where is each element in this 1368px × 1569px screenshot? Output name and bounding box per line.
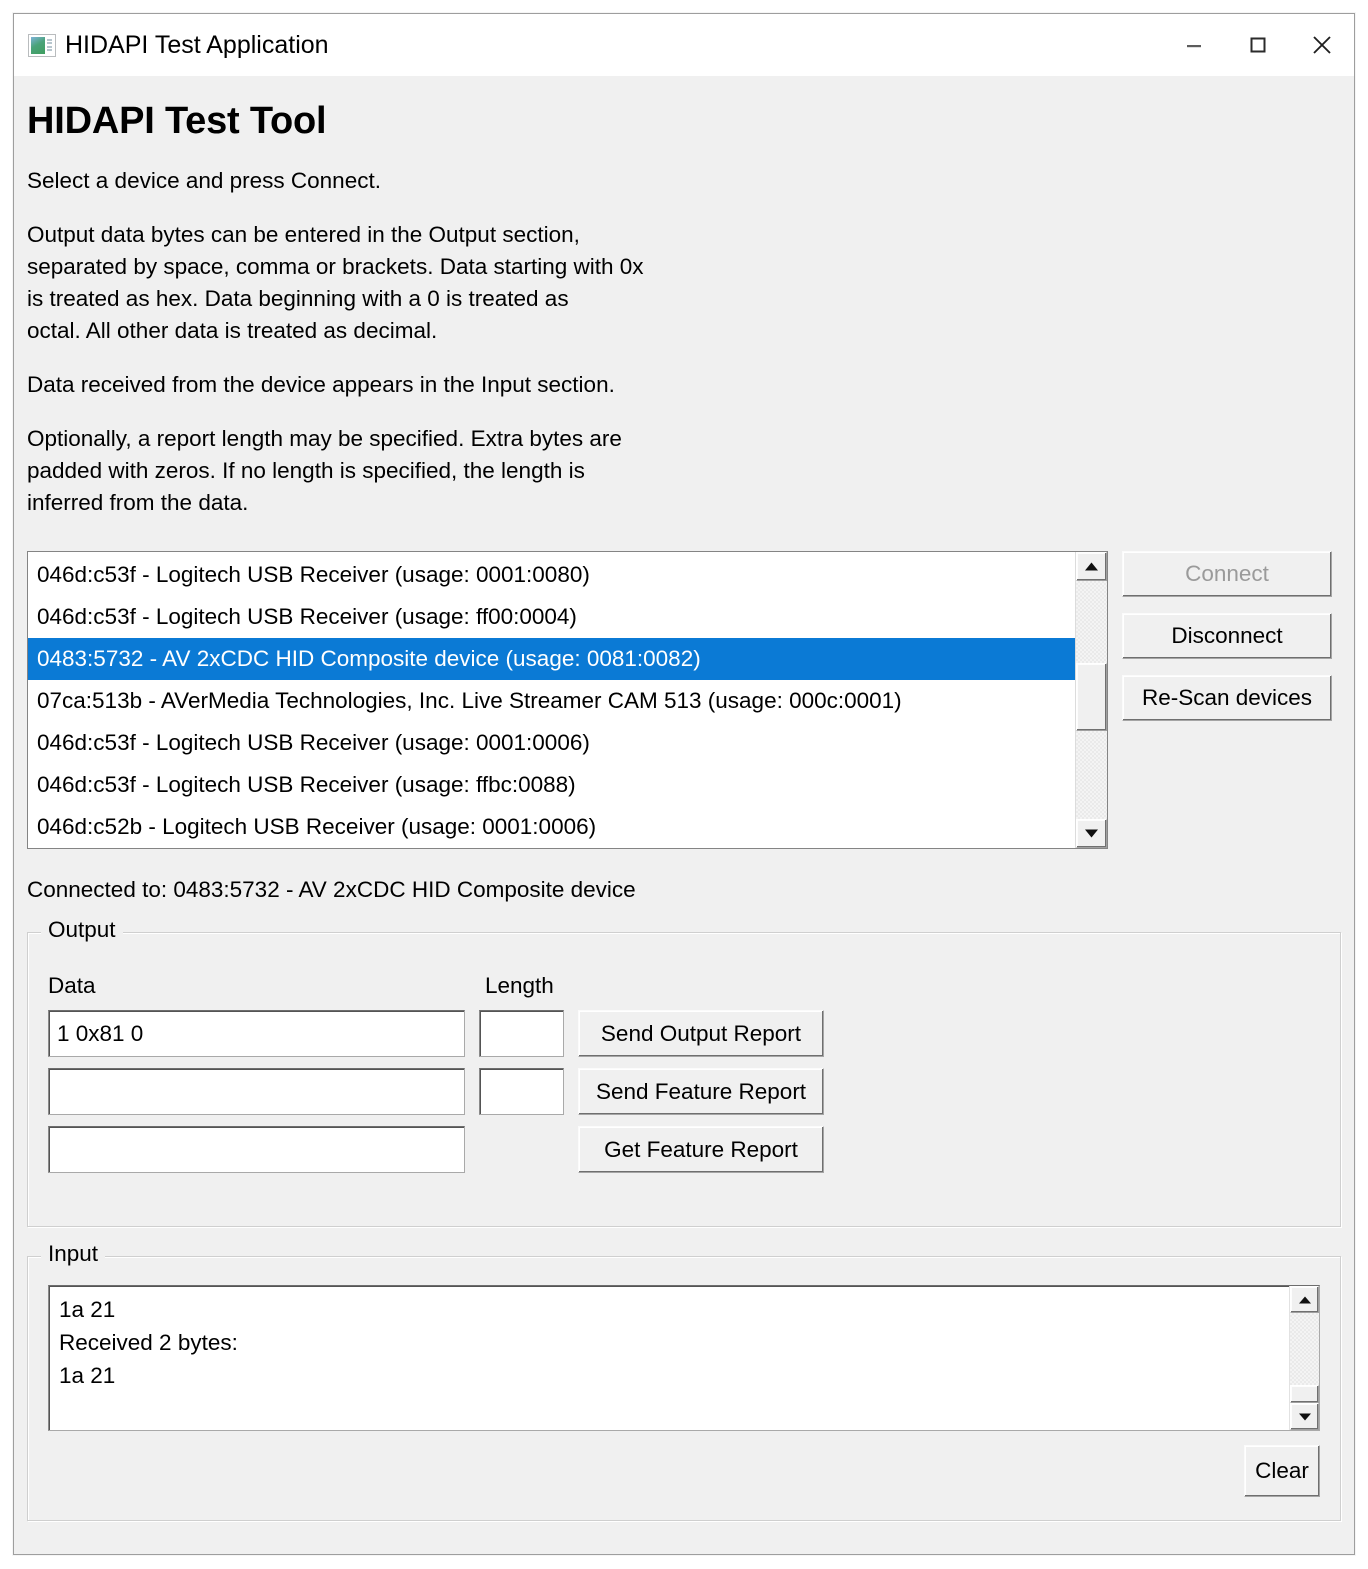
output-group: Output Data Length 1 0x81 0 Send Output … xyxy=(27,917,1341,1227)
output-data-input-3[interactable] xyxy=(48,1126,465,1173)
input-group-legend: Input xyxy=(41,1241,106,1267)
output-data-input-1[interactable]: 1 0x81 0 xyxy=(48,1010,465,1057)
instruction-paragraph-3: Data received from the device appears in… xyxy=(27,372,615,397)
output-length-input-1[interactable] xyxy=(479,1010,564,1057)
close-icon xyxy=(1313,36,1331,54)
list-item[interactable]: 07ca:513b - AVerMedia Technologies, Inc.… xyxy=(28,680,1075,722)
input-log-scrollbar[interactable] xyxy=(1289,1286,1319,1430)
maximize-button[interactable] xyxy=(1226,14,1290,76)
scroll-up-arrow-icon xyxy=(1085,562,1098,571)
input-group: Input 1a 21 Received 2 bytes: 1a 21 Clea… xyxy=(27,1241,1341,1521)
output-length-input-2[interactable] xyxy=(479,1068,564,1115)
output-group-legend: Output xyxy=(41,917,123,943)
device-list-scroll-track[interactable] xyxy=(1076,581,1107,819)
scroll-down-arrow-icon xyxy=(1298,1413,1311,1420)
clear-button[interactable]: Clear xyxy=(1244,1445,1320,1497)
rescan-devices-button[interactable]: Re-Scan devices xyxy=(1122,675,1332,721)
instruction-paragraph-2: Output data bytes can be entered in the … xyxy=(27,222,644,343)
connect-button[interactable]: Connect xyxy=(1122,551,1332,597)
output-length-column-label: Length xyxy=(485,973,554,998)
list-item[interactable]: 046d:c53f - Logitech USB Receiver (usage… xyxy=(28,554,1075,596)
list-item-selected[interactable]: 0483:5732 - AV 2xCDC HID Composite devic… xyxy=(28,638,1075,680)
input-log-scroll-thumb[interactable] xyxy=(1290,1385,1319,1403)
window-title: HIDAPI Test Application xyxy=(65,30,329,59)
input-log-textarea[interactable]: 1a 21 Received 2 bytes: 1a 21 xyxy=(48,1285,1320,1431)
output-column-headers: Data Length xyxy=(48,973,1320,999)
device-listbox[interactable]: 046d:c53f - Logitech USB Receiver (usage… xyxy=(27,551,1108,849)
instruction-paragraph-1: Select a device and press Connect. xyxy=(27,168,381,193)
get-feature-report-button[interactable]: Get Feature Report xyxy=(578,1126,824,1173)
device-action-buttons: Connect Disconnect Re-Scan devices xyxy=(1122,551,1332,721)
scroll-up-arrow-icon xyxy=(1298,1296,1311,1303)
close-button[interactable] xyxy=(1290,14,1354,76)
list-item[interactable]: 046d:c53f - Logitech USB Receiver (usage… xyxy=(28,596,1075,638)
clear-button-row: Clear xyxy=(48,1445,1320,1497)
scroll-down-button[interactable] xyxy=(1076,819,1107,848)
send-feature-report-button[interactable]: Send Feature Report xyxy=(578,1068,824,1115)
output-data-input-2[interactable] xyxy=(48,1068,465,1115)
title-bar-left: HIDAPI Test Application xyxy=(14,31,1162,60)
instruction-paragraph-4: Optionally, a report length may be speci… xyxy=(27,426,622,515)
maximize-icon xyxy=(1250,37,1266,53)
app-window-icon xyxy=(28,33,56,57)
client-area: HIDAPI Test Tool Select a device and pre… xyxy=(14,76,1354,1554)
output-row-1: 1 0x81 0 Send Output Report xyxy=(48,1010,1320,1057)
application-window: HIDAPI Test Application HIDAPI Test Tool… xyxy=(13,13,1355,1555)
scroll-down-arrow-icon xyxy=(1085,829,1098,838)
minimize-icon xyxy=(1187,45,1201,48)
output-row-3: Get Feature Report xyxy=(48,1126,1320,1173)
scroll-up-button[interactable] xyxy=(1290,1286,1319,1313)
connected-status-text: Connected to: 0483:5732 - AV 2xCDC HID C… xyxy=(27,877,636,902)
device-list-scrollbar[interactable] xyxy=(1075,552,1107,848)
minimize-button[interactable] xyxy=(1162,14,1226,76)
device-listbox-items[interactable]: 046d:c53f - Logitech USB Receiver (usage… xyxy=(28,552,1075,848)
output-data-column-label: Data xyxy=(48,973,96,998)
output-row-2: Send Feature Report xyxy=(48,1068,1320,1115)
device-selection-row: 046d:c53f - Logitech USB Receiver (usage… xyxy=(27,551,1341,849)
input-log-scroll-track[interactable] xyxy=(1290,1313,1319,1403)
send-output-report-button[interactable]: Send Output Report xyxy=(578,1010,824,1057)
disconnect-button[interactable]: Disconnect xyxy=(1122,613,1332,659)
list-item[interactable]: 046d:c53f - Logitech USB Receiver (usage… xyxy=(28,764,1075,806)
scroll-down-button[interactable] xyxy=(1290,1403,1319,1430)
scroll-up-button[interactable] xyxy=(1076,552,1107,581)
list-item[interactable]: 046d:c53f - Logitech USB Receiver (usage… xyxy=(28,722,1075,764)
input-log-text: 1a 21 Received 2 bytes: 1a 21 xyxy=(59,1297,238,1388)
list-item[interactable]: 046d:c52b - Logitech USB Receiver (usage… xyxy=(28,806,1075,848)
device-list-scroll-thumb[interactable] xyxy=(1076,663,1107,731)
page-title: HIDAPI Test Tool xyxy=(27,100,327,142)
title-bar: HIDAPI Test Application xyxy=(14,14,1354,76)
